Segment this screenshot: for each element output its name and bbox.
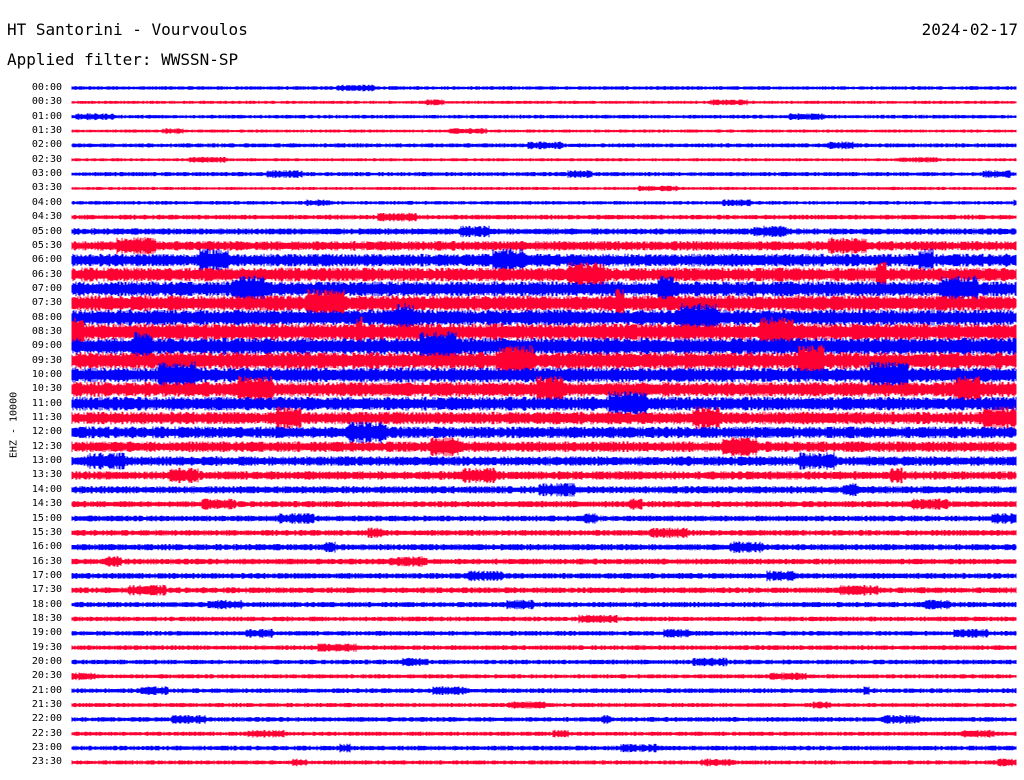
trace-row (71, 541, 1017, 553)
seismogram-plot (71, 84, 1017, 767)
trace-row (71, 199, 1017, 207)
trace-row (71, 212, 1017, 222)
trace-row (71, 513, 1017, 524)
trace-row (71, 113, 1017, 121)
trace-row (71, 185, 1017, 192)
trace-row (71, 498, 1017, 510)
trace-row (71, 99, 1017, 106)
trace-row (71, 686, 1017, 695)
trace-row (71, 225, 1017, 238)
trace-row (71, 467, 1017, 484)
trace-row (71, 657, 1017, 667)
trace-row (71, 715, 1017, 724)
trace-row (71, 556, 1017, 567)
trace-row (71, 584, 1017, 596)
trace-row (71, 643, 1017, 652)
trace-row (71, 570, 1017, 582)
trace-row (71, 128, 1017, 134)
trace-row (71, 437, 1017, 457)
trace-row (71, 599, 1017, 610)
trace-row (71, 527, 1017, 539)
trace-row (71, 156, 1017, 163)
trace-row (71, 614, 1017, 624)
trace-row (71, 452, 1017, 470)
trace-row (71, 421, 1017, 443)
trace-row (71, 729, 1017, 738)
trace-row (71, 170, 1017, 178)
trace-row (71, 628, 1017, 638)
trace-row (71, 701, 1017, 709)
trace-row (71, 672, 1017, 681)
trace-row (71, 483, 1017, 497)
trace-row (71, 758, 1017, 767)
trace-row (71, 141, 1017, 150)
trace-row (71, 84, 1017, 92)
trace-row (71, 743, 1017, 753)
